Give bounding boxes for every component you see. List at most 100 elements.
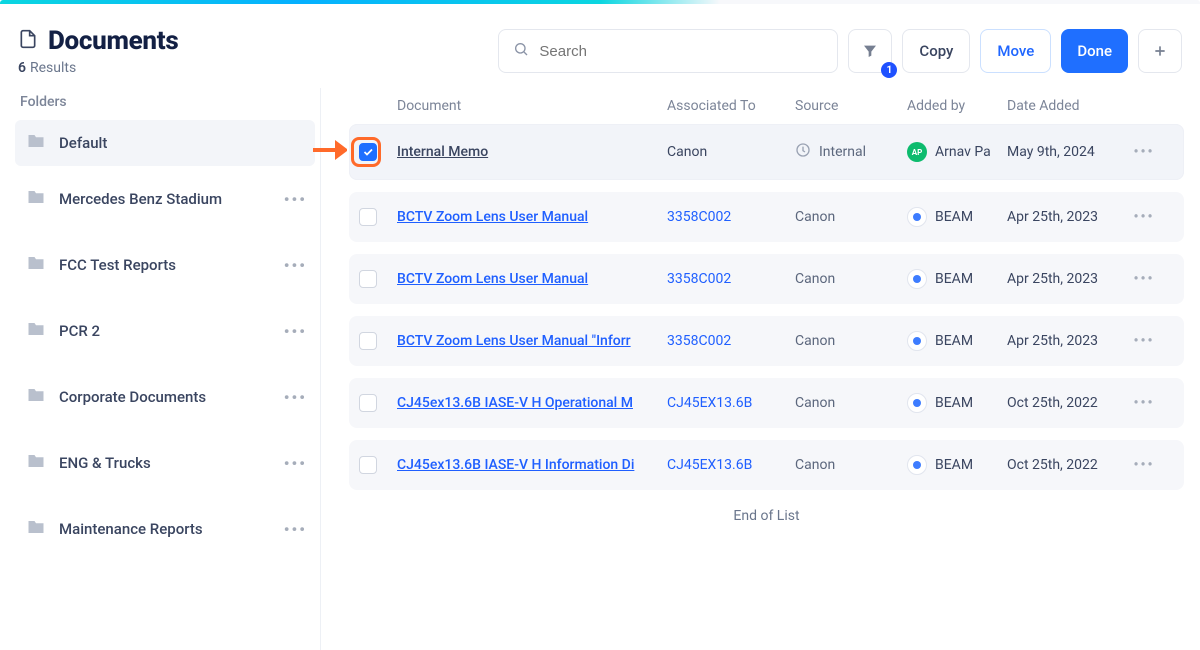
- sidebar: Folders DefaultMercedes Benz Stadium•••F…: [0, 88, 320, 650]
- folder-icon: [27, 320, 45, 342]
- folder-icon: [27, 452, 45, 474]
- beam-avatar-icon: [907, 269, 927, 289]
- table-row[interactable]: BCTV Zoom Lens User Manual "Inforr 3358C0…: [349, 316, 1184, 366]
- folder-list: DefaultMercedes Benz Stadium•••FCC Test …: [15, 120, 315, 562]
- result-label: Results: [30, 60, 76, 76]
- document-link[interactable]: BCTV Zoom Lens User Manual "Inforr: [397, 333, 657, 349]
- filter-button[interactable]: 1: [848, 29, 892, 73]
- source-text: Internal: [819, 144, 866, 160]
- sidebar-folder-item[interactable]: Corporate Documents •••: [15, 364, 315, 430]
- more-icon[interactable]: •••: [284, 520, 307, 539]
- row-checkbox[interactable]: [359, 332, 377, 350]
- more-icon[interactable]: •••: [284, 190, 307, 209]
- folder-label: FCC Test Reports: [59, 256, 176, 274]
- folder-label: Default: [59, 134, 107, 152]
- added-by-text: BEAM: [935, 395, 973, 411]
- copy-button[interactable]: Copy: [902, 29, 970, 73]
- folder-label: PCR 2: [59, 322, 100, 340]
- app-container: Documents 6 Results 1: [0, 4, 1200, 650]
- body: Folders DefaultMercedes Benz Stadium•••F…: [0, 78, 1200, 650]
- main: Document Associated To Source Added by D…: [320, 88, 1200, 650]
- end-of-list: End of List: [349, 490, 1184, 542]
- folder-label: Maintenance Reports: [59, 520, 203, 538]
- associated-text: Canon: [667, 144, 707, 160]
- row-checkbox[interactable]: [359, 456, 377, 474]
- folder-label: Mercedes Benz Stadium: [59, 190, 222, 208]
- table-row[interactable]: Internal MemoCanonInternalAPArnav PaMay …: [349, 124, 1184, 180]
- table-row[interactable]: CJ45ex13.6B IASE-V H Operational M CJ45EX…: [349, 378, 1184, 428]
- table-row[interactable]: BCTV Zoom Lens User Manual 3358C002 Canon B…: [349, 254, 1184, 304]
- table-header: Document Associated To Source Added by D…: [349, 88, 1184, 124]
- sidebar-folder-item[interactable]: ENG & Trucks •••: [15, 430, 315, 496]
- added-by-text: Arnav Pa: [935, 144, 991, 160]
- result-number: 6: [18, 60, 26, 76]
- more-icon[interactable]: •••: [284, 256, 307, 275]
- document-link[interactable]: CJ45ex13.6B IASE-V H Information Di: [397, 457, 657, 473]
- done-button[interactable]: Done: [1061, 29, 1128, 73]
- row-more-icon[interactable]: •••: [1133, 457, 1154, 473]
- sidebar-folder-item[interactable]: FCC Test Reports •••: [15, 232, 315, 298]
- row-more-icon[interactable]: •••: [1133, 395, 1154, 411]
- added-by-text: BEAM: [935, 209, 973, 225]
- page-title: Documents: [48, 26, 178, 56]
- added-by-text: BEAM: [935, 271, 973, 287]
- date-text: Apr 25th, 2023: [1007, 333, 1098, 349]
- table-row[interactable]: BCTV Zoom Lens User Manual3358C002CanonB…: [349, 192, 1184, 242]
- row-checkbox[interactable]: [359, 208, 377, 226]
- folder-label: ENG & Trucks: [59, 454, 151, 472]
- added-by-text: BEAM: [935, 333, 973, 349]
- row-more-icon[interactable]: •••: [1133, 271, 1154, 287]
- header-left: Documents 6 Results: [18, 26, 178, 76]
- table-row[interactable]: CJ45ex13.6B IASE-V H Information Di CJ45E…: [349, 440, 1184, 490]
- col-associated-header: Associated To: [667, 98, 795, 114]
- row-checkbox[interactable]: [359, 143, 377, 161]
- date-text: Apr 25th, 2023: [1007, 271, 1098, 287]
- sidebar-folder-item[interactable]: Mercedes Benz Stadium •••: [15, 166, 315, 232]
- row-checkbox[interactable]: [359, 394, 377, 412]
- move-button[interactable]: Move: [980, 29, 1051, 73]
- folder-label: Corporate Documents: [59, 388, 206, 406]
- more-icon[interactable]: •••: [284, 454, 307, 473]
- result-count: 6 Results: [18, 60, 178, 76]
- date-text: Oct 25th, 2022: [1007, 395, 1098, 411]
- more-icon[interactable]: •••: [284, 322, 307, 341]
- row-more-icon[interactable]: •••: [1133, 333, 1154, 349]
- source-text: Canon: [795, 271, 835, 287]
- search-box[interactable]: [498, 29, 838, 73]
- document-link[interactable]: Internal Memo: [397, 144, 657, 160]
- filter-badge: 1: [881, 62, 897, 78]
- sidebar-folder-item[interactable]: Maintenance Reports •••: [15, 496, 315, 562]
- associated-link[interactable]: CJ45EX13.6B: [667, 395, 752, 411]
- add-button[interactable]: [1138, 29, 1182, 73]
- folder-icon: [27, 188, 45, 210]
- associated-link[interactable]: CJ45EX13.6B: [667, 457, 752, 473]
- associated-link[interactable]: 3358C002: [667, 271, 731, 287]
- search-icon: [513, 41, 529, 61]
- search-input[interactable]: [539, 43, 823, 60]
- date-text: Oct 25th, 2022: [1007, 457, 1098, 473]
- beam-avatar-icon: [907, 207, 927, 227]
- sidebar-folder-item[interactable]: PCR 2 •••: [15, 298, 315, 364]
- row-more-icon[interactable]: •••: [1133, 209, 1154, 225]
- document-link[interactable]: BCTV Zoom Lens User Manual: [397, 209, 657, 225]
- header: Documents 6 Results 1: [0, 4, 1200, 78]
- source-text: Canon: [795, 333, 835, 349]
- more-icon[interactable]: •••: [284, 388, 307, 407]
- folder-icon: [27, 254, 45, 276]
- sidebar-folder-item[interactable]: Default: [15, 120, 315, 166]
- document-link[interactable]: BCTV Zoom Lens User Manual: [397, 271, 657, 287]
- col-source-header: Source: [795, 98, 907, 114]
- associated-link[interactable]: 3358C002: [667, 333, 731, 349]
- folder-icon: [27, 518, 45, 540]
- internal-source-icon: [795, 142, 811, 162]
- row-more-icon[interactable]: •••: [1133, 144, 1154, 160]
- beam-avatar-icon: [907, 455, 927, 475]
- associated-link[interactable]: 3358C002: [667, 209, 731, 225]
- document-link[interactable]: CJ45ex13.6B IASE-V H Operational M: [397, 395, 657, 411]
- row-checkbox[interactable]: [359, 270, 377, 288]
- col-date-header: Date Added: [1007, 98, 1129, 114]
- user-avatar: AP: [907, 142, 927, 162]
- title-row: Documents: [18, 26, 178, 56]
- header-actions: 1 Copy Move Done: [498, 29, 1182, 73]
- added-by-text: BEAM: [935, 457, 973, 473]
